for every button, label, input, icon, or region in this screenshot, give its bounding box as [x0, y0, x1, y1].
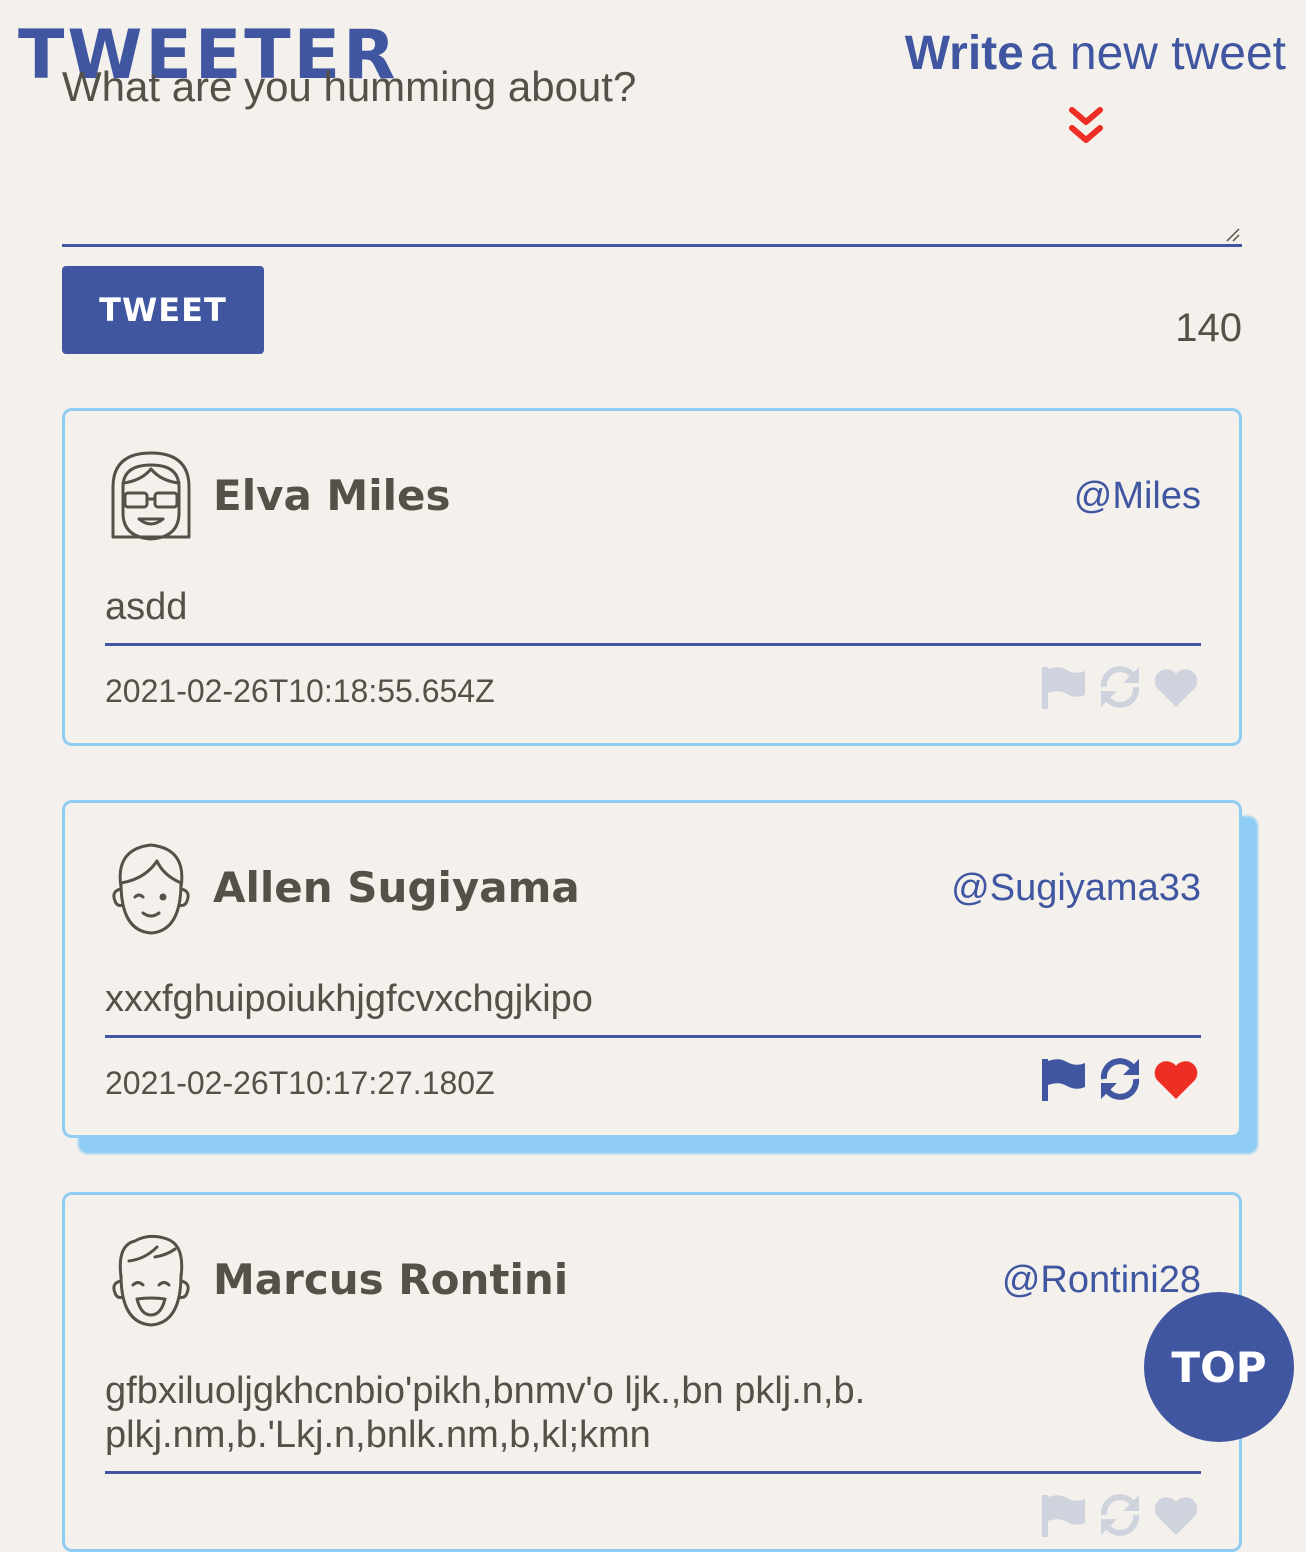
- divider: [105, 643, 1201, 646]
- divider: [105, 1035, 1201, 1038]
- flag-icon[interactable]: [1039, 663, 1089, 711]
- retweet-icon[interactable]: [1095, 1491, 1145, 1539]
- tweet-textarea[interactable]: What are you humming about?: [62, 56, 1242, 247]
- heart-icon[interactable]: [1151, 1055, 1201, 1103]
- tweet-text: gfbxiluoljgkhcnbio'pikh,bnmv'o ljk.,bn p…: [105, 1369, 1105, 1457]
- tweet-card: Allen Sugiyama @Sugiyama33 xxxfghuipoiuk…: [62, 800, 1242, 1138]
- tweet-timestamp: 2021-02-26T10:17:27.180Z: [105, 1065, 495, 1101]
- flag-icon[interactable]: [1039, 1055, 1089, 1103]
- user-name: Allen Sugiyama: [213, 863, 580, 912]
- tweet-timestamp: 2021-02-26T10:18:55.654Z: [105, 673, 495, 709]
- tweet-submit-button[interactable]: TWEET: [62, 266, 264, 354]
- boy-laughing-avatar-icon: [112, 1234, 190, 1327]
- tweet-card: Elva Miles @Miles asdd 2021-02-26T10:18:…: [62, 408, 1242, 746]
- scroll-top-button[interactable]: TOP: [1144, 1292, 1294, 1442]
- retweet-icon[interactable]: [1095, 1055, 1145, 1103]
- user-handle: @Sugiyama33: [951, 867, 1201, 909]
- boy-wink-avatar-icon: [112, 843, 190, 935]
- tweet-card: Marcus Rontini @Rontini28 gfbxiluoljgkhc…: [62, 1192, 1242, 1552]
- heart-icon[interactable]: [1151, 1491, 1201, 1539]
- user-name: Marcus Rontini: [213, 1255, 569, 1304]
- tweet-textarea-placeholder: What are you humming about?: [62, 63, 637, 110]
- tweet-text: xxxfghuipoiukhjgfcvxchgjkipo: [105, 978, 593, 1020]
- girl-sunglasses-avatar-icon: [111, 451, 191, 541]
- tweet-actions: [1039, 663, 1201, 711]
- divider: [105, 1471, 1201, 1474]
- user-name: Elva Miles: [213, 471, 451, 520]
- tweet-actions: [1039, 1055, 1201, 1103]
- heart-icon[interactable]: [1151, 663, 1201, 711]
- flag-icon[interactable]: [1039, 1491, 1089, 1539]
- user-handle: @Rontini28: [1001, 1259, 1201, 1301]
- user-handle: @Miles: [1073, 475, 1201, 517]
- tweet-text-line: gfbxiluoljgkhcnbio'pikh,bnmv'o ljk.,bn p…: [105, 1370, 866, 1412]
- tweet-actions: [1039, 1491, 1201, 1539]
- tweet-text: asdd: [105, 586, 188, 628]
- tweet-text-line: plkj.nm,b.'Lkj.n,bnlk.nm,b,kl;kmn: [105, 1414, 651, 1456]
- resize-handle-icon[interactable]: [1224, 226, 1240, 242]
- retweet-icon[interactable]: [1095, 663, 1145, 711]
- character-counter: 140: [1175, 306, 1242, 350]
